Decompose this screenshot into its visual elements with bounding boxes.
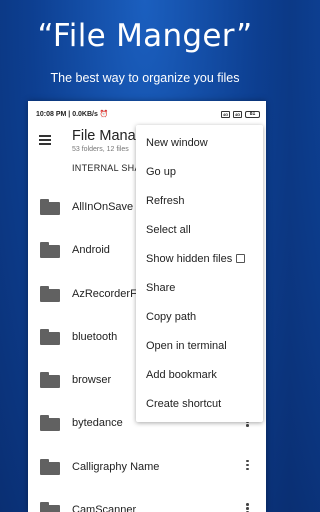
menu-item-label: Add bookmark xyxy=(146,369,217,381)
file-name: AllInOnSave xyxy=(72,201,134,213)
menu-item-new-window[interactable]: New window xyxy=(136,129,263,158)
menu-item-label: Create shortcut xyxy=(146,398,222,410)
file-name: Calligraphy Name xyxy=(72,460,160,473)
menu-item-open-in-terminal[interactable]: Open in terminal xyxy=(136,332,263,361)
menu-item-refresh[interactable]: Refresh xyxy=(136,187,263,216)
battery-icon: 81 xyxy=(245,110,260,118)
folder-icon xyxy=(40,372,60,389)
menu-item-add-bookmark[interactable]: Add bookmark xyxy=(136,361,263,390)
menu-item-label: New window xyxy=(146,137,208,149)
kebab-menu-icon[interactable] xyxy=(246,459,250,472)
overflow-menu: New window Go up Refresh Select all Show hid… xyxy=(136,125,263,422)
path-breadcrumb[interactable]: INTERNAL SHA xyxy=(72,163,141,173)
status-time: 10:08 PM | 0.0KB/s ⏰ xyxy=(36,111,109,118)
folder-icon xyxy=(40,242,60,259)
menu-item-label: Share xyxy=(146,282,176,294)
menu-item-create-shortcut[interactable]: Create shortcut xyxy=(136,390,263,419)
phone-screen: 10:08 PM | 0.0KB/s ⏰ 4G 4G 81 File Manag… xyxy=(28,101,266,512)
kebab-menu-icon[interactable] xyxy=(246,503,250,512)
menu-item-label: Open in terminal xyxy=(146,340,227,352)
folder-icon xyxy=(40,199,60,215)
menu-item-label: Copy path xyxy=(146,311,197,323)
signal-icon: 4G xyxy=(233,110,242,118)
menu-item-go-up[interactable]: Go up xyxy=(136,158,263,187)
folder-icon xyxy=(40,328,60,345)
app-subtitle: 53 folders, 12 files xyxy=(72,146,129,153)
promo-title: “File Manger” xyxy=(37,18,253,54)
signal-icon: 4G xyxy=(221,110,230,118)
menu-item-label: Show hidden files xyxy=(146,253,233,265)
folder-icon xyxy=(40,458,60,475)
file-name: browser xyxy=(72,374,112,387)
file-name: CamScanner xyxy=(72,504,137,512)
menu-item-show-hidden-files[interactable]: Show hidden files xyxy=(136,245,263,274)
menu-item-label: Go up xyxy=(146,166,176,178)
hamburger-menu-icon[interactable] xyxy=(39,135,51,145)
file-name: bluetooth xyxy=(72,330,118,343)
menu-item-label: Select all xyxy=(146,224,191,236)
file-row[interactable]: CamScanner xyxy=(28,491,266,512)
menu-item-label: Refresh xyxy=(146,195,185,207)
file-name: Android xyxy=(72,244,110,257)
promo-subtitle: The best way to organize you files xyxy=(50,71,240,85)
checkbox-icon[interactable] xyxy=(236,253,246,263)
file-name: bytedance xyxy=(72,417,123,430)
file-name: AzRecorderFr xyxy=(72,287,141,300)
status-icons: 4G 4G 81 xyxy=(221,110,260,118)
menu-item-copy-path[interactable]: Copy path xyxy=(136,303,263,332)
folder-icon xyxy=(40,502,60,512)
folder-icon xyxy=(40,415,60,432)
app-title: File Manag xyxy=(72,128,144,144)
menu-item-share[interactable]: Share xyxy=(136,274,263,303)
folder-icon xyxy=(40,285,60,302)
menu-item-select-all[interactable]: Select all xyxy=(136,216,263,245)
file-row[interactable]: Calligraphy Name xyxy=(28,448,266,491)
status-bar: 10:08 PM | 0.0KB/s ⏰ 4G 4G 81 xyxy=(28,101,266,127)
